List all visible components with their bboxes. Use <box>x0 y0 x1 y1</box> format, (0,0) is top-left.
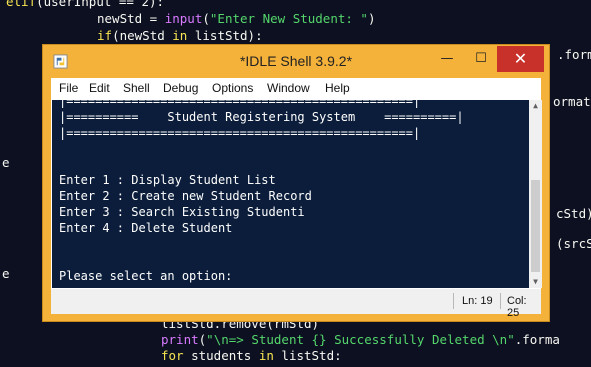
editor-line: elif(userInput == 2): <box>6 0 164 10</box>
input-prompt: Please select an option: <box>59 269 233 283</box>
banner-top: |=======================================… <box>59 100 421 108</box>
code-text: ) <box>367 11 376 26</box>
status-divider <box>500 293 501 309</box>
code-text: (newStd <box>112 28 173 43</box>
vertical-scrollbar[interactable]: ▲ ▼ <box>529 100 542 288</box>
menu-option: Enter 1 : Display Student List <box>59 173 276 187</box>
shell-output[interactable]: |=======================================… <box>52 100 529 288</box>
keyword: in <box>258 348 274 363</box>
editor-fragment: e <box>2 155 10 170</box>
builtin: print <box>161 332 199 347</box>
keyword: elif <box>6 0 37 9</box>
scroll-up-arrow-icon[interactable]: ▲ <box>529 100 542 112</box>
shell-client: |=======================================… <box>51 99 542 289</box>
menu-bar: File Edit Shell Debug Options Window Hel… <box>51 78 541 99</box>
editor-fragment: ormat <box>553 94 591 109</box>
menu-shell[interactable]: Shell <box>123 81 150 95</box>
line-number: Ln: 19 <box>462 295 493 307</box>
minimize-button[interactable]: — <box>429 46 465 72</box>
editor-fragment: e <box>2 266 10 281</box>
keyword: in <box>172 28 188 43</box>
editor-line: print("\n=> Student {} Successfully Dele… <box>161 332 560 348</box>
menu-help[interactable]: Help <box>325 81 350 95</box>
editor-fragment: (srcS <box>556 236 591 251</box>
status-bar: Ln: 19 Col: 25 <box>51 289 541 319</box>
code-text: listStd): <box>187 28 263 43</box>
menu-window[interactable]: Window <box>267 81 310 95</box>
menu-option: Enter 2 : Create new Student Record <box>59 189 312 203</box>
menu-debug[interactable]: Debug <box>163 81 198 95</box>
scroll-thumb[interactable] <box>531 180 540 272</box>
close-button[interactable]: ✕ <box>497 46 544 72</box>
column-number: Col: 25 <box>507 295 527 319</box>
editor-fragment: .form <box>557 47 591 62</box>
status-divider <box>453 293 454 309</box>
builtin: input <box>164 11 203 26</box>
menu-options[interactable]: Options <box>212 81 253 95</box>
code-text: students <box>183 348 259 363</box>
scroll-down-arrow-icon[interactable]: ▼ <box>529 276 542 288</box>
menu-option: Enter 4 : Delete Student <box>59 221 233 235</box>
editor-fragment: cStd) <box>556 206 591 221</box>
menu-edit[interactable]: Edit <box>89 81 110 95</box>
code-text: listStd: <box>273 348 342 363</box>
editor-line: newStd = input("Enter New Student: ") <box>97 11 375 27</box>
keyword: for <box>161 348 184 363</box>
banner-bottom: |=======================================… <box>59 126 421 140</box>
string-literal: "\n=> Student {} Successfully Deleted \n… <box>206 332 515 347</box>
string-literal: "Enter New Student: " <box>209 11 368 26</box>
code-text: (userInput == 2): <box>36 0 165 9</box>
keyword: if <box>97 28 113 43</box>
title-bar[interactable]: *IDLE Shell 3.9.2* — ☐ ✕ <box>43 45 549 78</box>
menu-option: Enter 3 : Search Existing Studenti <box>59 205 305 219</box>
maximize-button[interactable]: ☐ <box>463 46 499 72</box>
idle-shell-window[interactable]: *IDLE Shell 3.9.2* — ☐ ✕ File Edit Shell… <box>42 44 550 322</box>
code-text: newStd = <box>97 11 165 26</box>
menu-file[interactable]: File <box>59 81 78 95</box>
code-text: .forma <box>514 332 560 347</box>
editor-line: if(newStd in listStd): <box>97 28 263 44</box>
editor-line: for students in listStd: <box>161 348 342 364</box>
code-text: ( <box>202 11 210 26</box>
banner-title: |========== Student Registering System =… <box>59 110 464 124</box>
